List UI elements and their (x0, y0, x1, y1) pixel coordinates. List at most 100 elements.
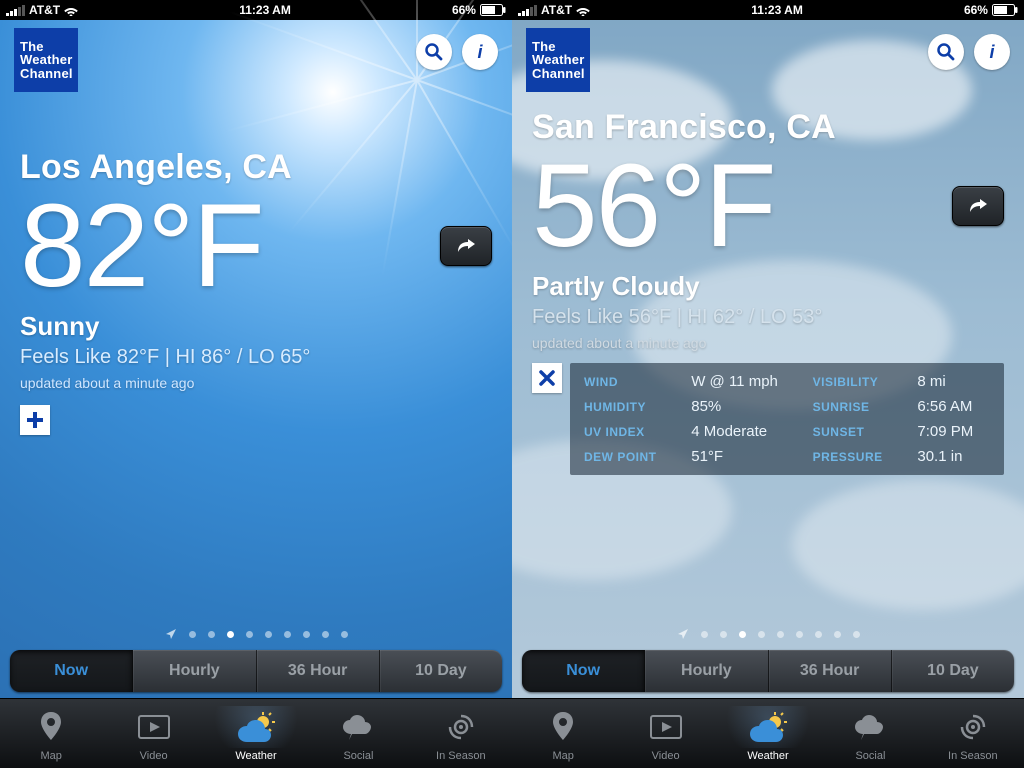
x-icon (538, 369, 556, 387)
tab-label: Weather (235, 750, 276, 762)
location-arrow-icon (165, 628, 177, 640)
page-dot-active[interactable] (227, 631, 234, 638)
detail-key: PRESSURE (813, 450, 900, 464)
condition-label: Sunny (20, 311, 492, 342)
detail-key: SUNSET (813, 425, 900, 439)
carrier-label: AT&T (29, 3, 60, 17)
tab-social[interactable]: Social (307, 699, 409, 768)
tab-bar: Map Video Weather Social In Season (512, 698, 1024, 768)
share-icon (966, 196, 990, 216)
feels-like-label: Feels Like 56°F | HI 62° / LO 53° (532, 306, 1004, 329)
page-dot[interactable] (834, 631, 841, 638)
logo-line: The (532, 40, 584, 54)
page-dot[interactable] (701, 631, 708, 638)
page-dot[interactable] (284, 631, 291, 638)
forecast-segmented-control: Now Hourly 36 Hour 10 Day (522, 650, 1014, 692)
page-dot[interactable] (303, 631, 310, 638)
collapse-details-button[interactable] (532, 363, 562, 393)
tab-label: In Season (948, 750, 998, 762)
seg-now[interactable]: Now (522, 650, 645, 692)
updated-label: updated about a minute ago (532, 335, 1004, 351)
seg-hourly[interactable]: Hourly (133, 650, 256, 692)
logo-line: Weather (532, 53, 584, 67)
tab-map[interactable]: Map (512, 699, 614, 768)
tab-video[interactable]: Video (102, 699, 204, 768)
tab-social[interactable]: Social (819, 699, 921, 768)
weather-channel-logo[interactable]: The Weather Channel (526, 28, 590, 92)
social-cloud-icon (854, 714, 886, 740)
search-button[interactable] (416, 34, 452, 70)
detail-key: UV INDEX (584, 425, 673, 439)
page-indicator[interactable] (0, 628, 512, 640)
wifi-icon (64, 5, 78, 16)
weather-icon (237, 712, 275, 742)
seg-10day[interactable]: 10 Day (380, 650, 502, 692)
seg-36hour[interactable]: 36 Hour (257, 650, 380, 692)
page-dot[interactable] (265, 631, 272, 638)
share-button[interactable] (952, 186, 1004, 226)
page-dot[interactable] (796, 631, 803, 638)
page-indicator[interactable] (512, 628, 1024, 640)
map-pin-icon (38, 712, 64, 742)
page-dot[interactable] (853, 631, 860, 638)
tab-in-season[interactable]: In Season (410, 699, 512, 768)
search-button[interactable] (928, 34, 964, 70)
detail-value: 30.1 in (917, 448, 990, 465)
tab-video[interactable]: Video (614, 699, 716, 768)
detail-key: VISIBILITY (813, 375, 900, 389)
phone-screen-la: AT&T 11:23 AM 66% The Weather Channel i (0, 0, 512, 768)
info-button[interactable]: i (974, 34, 1010, 70)
social-cloud-icon (342, 714, 374, 740)
page-dot[interactable] (815, 631, 822, 638)
condition-label: Partly Cloudy (532, 271, 1004, 302)
page-dot[interactable] (720, 631, 727, 638)
page-dot[interactable] (208, 631, 215, 638)
wifi-icon (576, 5, 590, 16)
tab-label: Weather (747, 750, 788, 762)
page-dot-active[interactable] (739, 631, 746, 638)
detail-key: WIND (584, 375, 673, 389)
seg-now[interactable]: Now (10, 650, 133, 692)
page-dot[interactable] (777, 631, 784, 638)
cellular-signal-icon (518, 4, 537, 16)
tab-label: Map (41, 750, 62, 762)
video-icon (138, 715, 170, 739)
detail-key: HUMIDITY (584, 400, 673, 414)
page-dot[interactable] (246, 631, 253, 638)
seg-10day[interactable]: 10 Day (892, 650, 1014, 692)
page-dot[interactable] (189, 631, 196, 638)
forecast-segmented-control: Now Hourly 36 Hour 10 Day (10, 650, 502, 692)
detail-value: 6:56 AM (917, 398, 990, 415)
tab-label: Social (343, 750, 373, 762)
page-dot[interactable] (758, 631, 765, 638)
detail-value: 7:09 PM (917, 423, 990, 440)
share-button[interactable] (440, 226, 492, 266)
expand-details-button[interactable] (20, 405, 50, 435)
info-icon: i (982, 42, 1002, 62)
tab-weather[interactable]: Weather (205, 699, 307, 768)
cellular-signal-icon (6, 4, 25, 16)
tab-label: In Season (436, 750, 486, 762)
page-dot[interactable] (322, 631, 329, 638)
location-arrow-icon (677, 628, 689, 640)
tab-map[interactable]: Map (0, 699, 102, 768)
seg-36hour[interactable]: 36 Hour (769, 650, 892, 692)
detail-key: DEW POINT (584, 450, 673, 464)
page-dot[interactable] (341, 631, 348, 638)
detail-value: 51°F (691, 448, 794, 465)
weather-channel-logo[interactable]: The Weather Channel (14, 28, 78, 92)
current-conditions: Los Angeles, CA 82°F Sunny Feels Like 82… (20, 148, 492, 435)
feels-like-label: Feels Like 82°F | HI 86° / LO 65° (20, 346, 492, 369)
battery-percent-label: 66% (964, 3, 988, 17)
info-button[interactable]: i (462, 34, 498, 70)
current-conditions: San Francisco, CA 56°F Partly Cloudy Fee… (532, 108, 1004, 475)
seg-hourly[interactable]: Hourly (645, 650, 768, 692)
tab-in-season[interactable]: In Season (922, 699, 1024, 768)
battery-percent-label: 66% (452, 3, 476, 17)
tab-weather[interactable]: Weather (717, 699, 819, 768)
hurricane-icon (447, 713, 475, 741)
svg-text:i: i (989, 42, 995, 62)
video-icon (650, 715, 682, 739)
battery-icon (992, 4, 1018, 16)
search-icon (424, 42, 444, 62)
